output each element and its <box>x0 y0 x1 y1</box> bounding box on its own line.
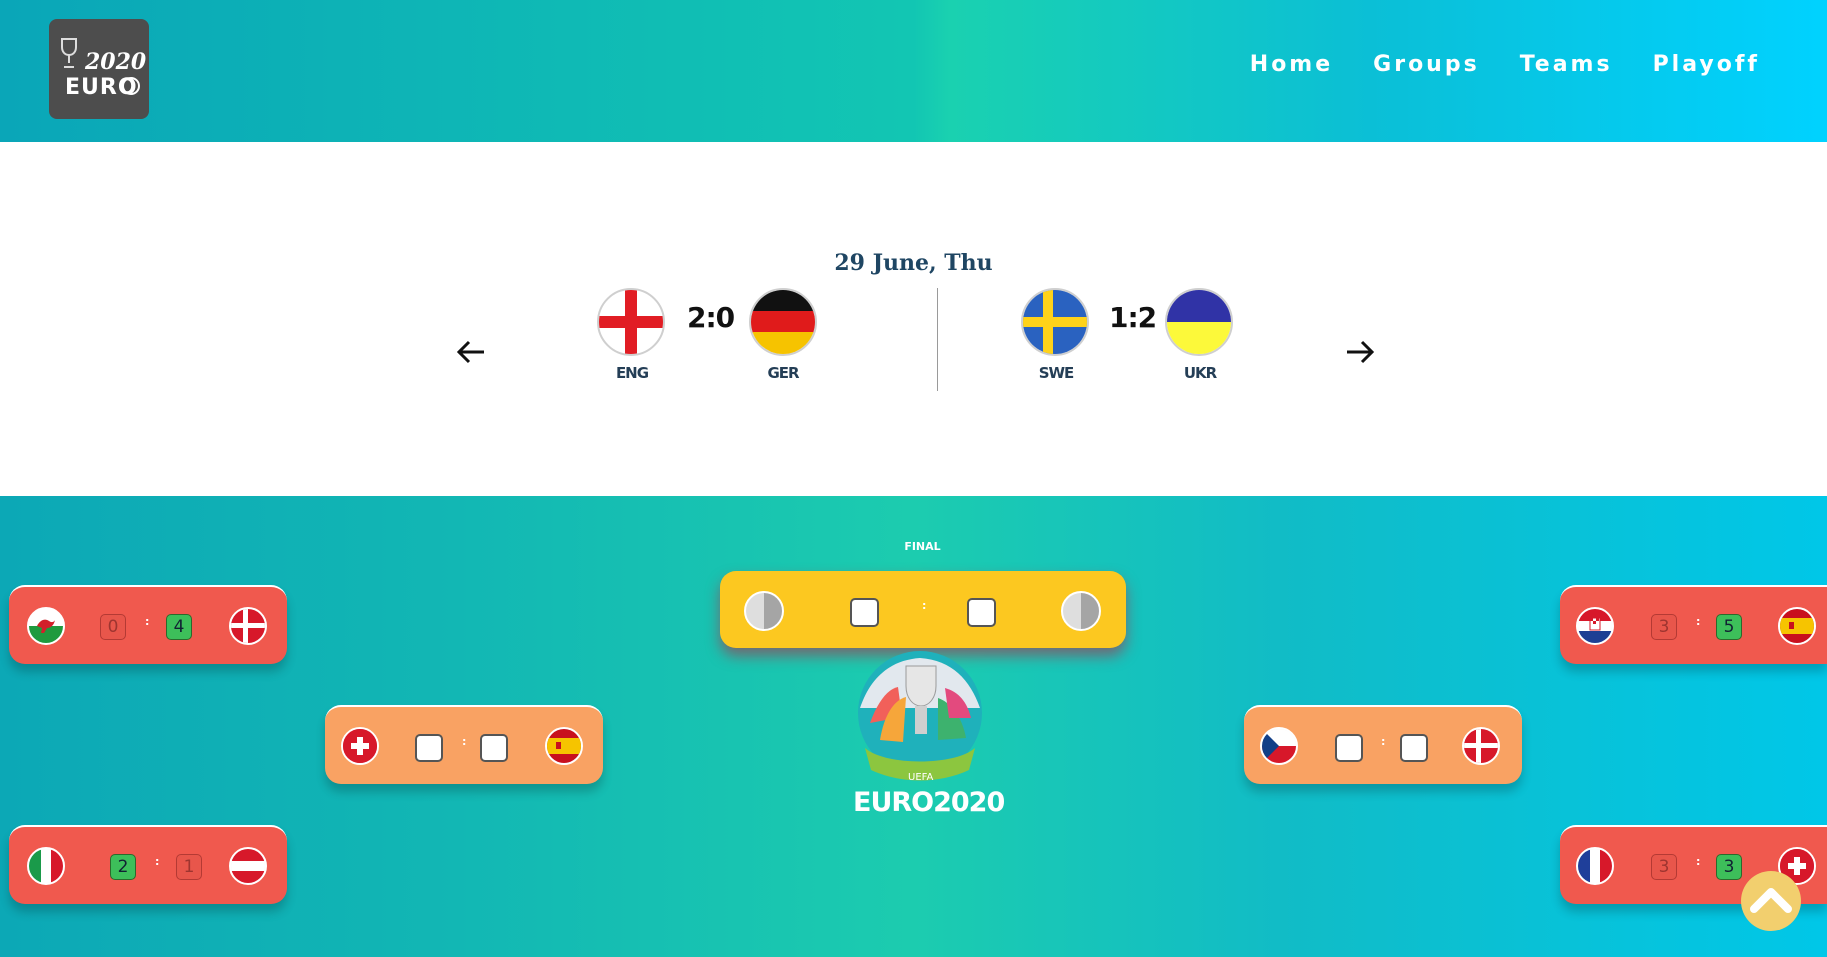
match-card[interactable]: 0 : 4 <box>9 585 287 664</box>
away-score: 1 <box>176 854 202 880</box>
austria-flag-icon <box>229 847 267 885</box>
england-flag-icon <box>597 288 665 356</box>
away-score-input[interactable] <box>480 734 508 762</box>
scroll-top-button[interactable] <box>1741 871 1801 931</box>
euro-2020-logo[interactable]: 2020 EURO <box>49 19 149 119</box>
home-score: 3 <box>1651 854 1677 880</box>
match-divider <box>937 288 938 391</box>
team-code: ENG <box>615 364 649 382</box>
match-card[interactable]: : <box>325 705 603 784</box>
score-separator: : <box>145 615 150 628</box>
sweden-flag-icon <box>1021 288 1089 356</box>
ball-icon <box>122 77 140 95</box>
denmark-flag-icon <box>1462 727 1500 765</box>
spain-flag-icon <box>545 727 583 765</box>
score-separator: : <box>1381 735 1386 748</box>
away-score-input[interactable] <box>1400 734 1428 762</box>
score-separator: : <box>462 735 467 748</box>
score-separator: : <box>1696 615 1701 628</box>
score-separator: : <box>922 599 927 612</box>
home-score-input[interactable] <box>850 598 879 627</box>
away-score: 4 <box>166 614 192 640</box>
arrow-left-icon[interactable] <box>454 334 488 370</box>
away-score-input[interactable] <box>967 598 996 627</box>
playoff-bracket: FINAL 0 : 4 2 : 1 :: UEFA EURO2020: 3 … <box>0 496 1827 957</box>
home-score-input[interactable] <box>415 734 443 762</box>
trophy-icon <box>61 38 77 68</box>
match-score: 2:0 <box>687 301 735 334</box>
nav-home[interactable]: Home <box>1250 52 1333 82</box>
score-separator: : <box>155 855 160 868</box>
france-flag-icon <box>1576 847 1614 885</box>
unknown-team-icon <box>1061 591 1101 631</box>
team-code: GER <box>767 364 799 382</box>
spain-flag-icon <box>1778 607 1816 645</box>
home-score: 0 <box>100 614 126 640</box>
final-match-card[interactable]: : <box>720 571 1126 648</box>
nav-teams[interactable]: Teams <box>1520 52 1613 82</box>
nav-groups[interactable]: Groups <box>1373 52 1480 82</box>
denmark-flag-icon <box>229 607 267 645</box>
team-code: SWE <box>1038 364 1075 382</box>
main-nav: Home Groups Teams Playoff <box>1250 52 1760 82</box>
unknown-team-icon <box>744 591 784 631</box>
croatia-flag-icon <box>1576 607 1614 645</box>
euro-2020-wordmark: EURO2020 <box>853 787 1005 818</box>
italy-flag-icon <box>27 847 65 885</box>
arrow-right-icon[interactable] <box>1343 334 1377 370</box>
svg-text:UEFA: UEFA <box>908 772 933 783</box>
wales-flag-icon <box>27 607 65 645</box>
final-label: FINAL <box>904 540 941 553</box>
score-separator: : <box>1696 855 1701 868</box>
site-header: 2020 EURO Home Groups Teams Playoff <box>0 0 1827 142</box>
away-score: 5 <box>1716 614 1742 640</box>
match-date: 29 June, Thu <box>834 250 993 276</box>
chevron-up-icon <box>1750 888 1792 913</box>
home-score-input[interactable] <box>1335 734 1363 762</box>
home-score: 3 <box>1651 614 1677 640</box>
match-score: 1:2 <box>1109 301 1157 334</box>
team-code: UKR <box>1183 364 1217 382</box>
match-card[interactable]: 2 : 1 <box>9 825 287 904</box>
match-card[interactable]: : <box>1244 705 1522 784</box>
switzerland-flag-icon <box>341 727 379 765</box>
logo-year: 2020 <box>85 49 147 75</box>
ukraine-flag-icon <box>1165 288 1233 356</box>
nav-playoff[interactable]: Playoff <box>1653 52 1760 82</box>
czech-flag-icon <box>1260 727 1298 765</box>
away-score: 3 <box>1716 854 1742 880</box>
home-score: 2 <box>110 854 136 880</box>
germany-flag-icon <box>749 288 817 356</box>
match-card[interactable]: 3 : 5 <box>1560 585 1827 664</box>
